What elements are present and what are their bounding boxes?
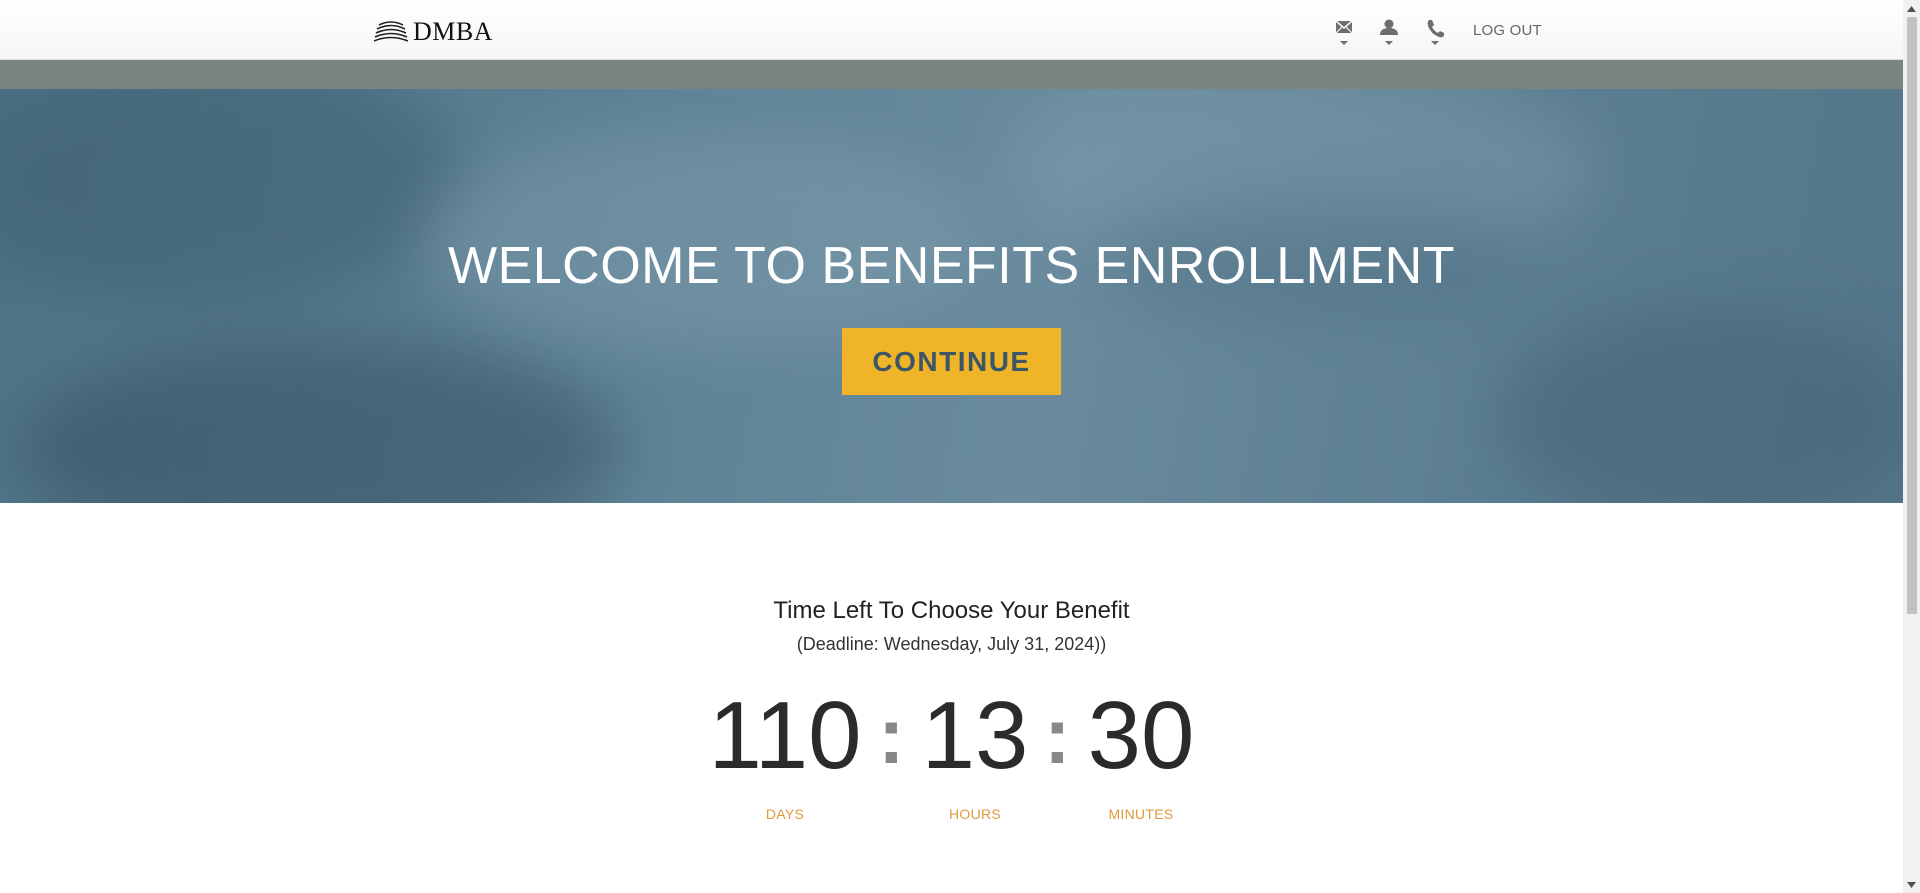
countdown-deadline: (Deadline: Wednesday, July 31, 2024)) <box>796 634 1107 654</box>
hero-photo-shade <box>1500 309 1903 503</box>
dmba-logo-mark-icon <box>373 21 409 42</box>
scroll-down-arrow[interactable] <box>1903 876 1920 893</box>
hero-banner: WELCOME TO BENEFITS ENROLLMENT CONTINUE <box>0 89 1903 503</box>
triangle-up-icon <box>1907 5 1916 12</box>
page: DMBA LOG OUT WELCOME TO BENEFITS ENROLLM… <box>0 0 1903 893</box>
continue-button[interactable]: CONTINUE <box>842 328 1061 395</box>
user-icon <box>1380 19 1398 45</box>
mail-icon <box>1335 20 1353 45</box>
hero-photo-shade <box>20 339 620 503</box>
hero-title: WELCOME TO BENEFITS ENROLLMENT <box>447 237 1455 295</box>
countdown-minutes-label: MINUTES <box>1108 806 1174 822</box>
top-header: DMBA LOG OUT <box>0 0 1903 60</box>
scroll-thumb[interactable] <box>1907 17 1917 614</box>
countdown-hours-value: 13 <box>921 682 1029 789</box>
user-menu[interactable] <box>1376 17 1402 49</box>
vertical-scrollbar[interactable] <box>1903 0 1920 893</box>
hero-top-band <box>0 60 1903 89</box>
countdown-minutes-value: 30 <box>1087 682 1195 789</box>
scroll-up-arrow[interactable] <box>1903 0 1920 17</box>
countdown-separator: : <box>1044 691 1071 780</box>
triangle-down-icon <box>1907 881 1916 888</box>
logout-link[interactable]: LOG OUT <box>1473 22 1542 39</box>
brand-logo[interactable]: DMBA <box>373 17 494 46</box>
mail-menu[interactable] <box>1331 17 1357 49</box>
countdown-days-value: 110 <box>708 682 862 789</box>
countdown-days-label: DAYS <box>765 806 805 822</box>
brand-name: DMBA <box>413 17 494 46</box>
phone-menu[interactable] <box>1422 17 1448 49</box>
countdown-title: Time Left To Choose Your Benefit <box>773 597 1130 624</box>
countdown-separator: : <box>878 691 905 780</box>
phone-icon <box>1427 20 1444 45</box>
countdown-hours-label: HOURS <box>948 806 1002 822</box>
